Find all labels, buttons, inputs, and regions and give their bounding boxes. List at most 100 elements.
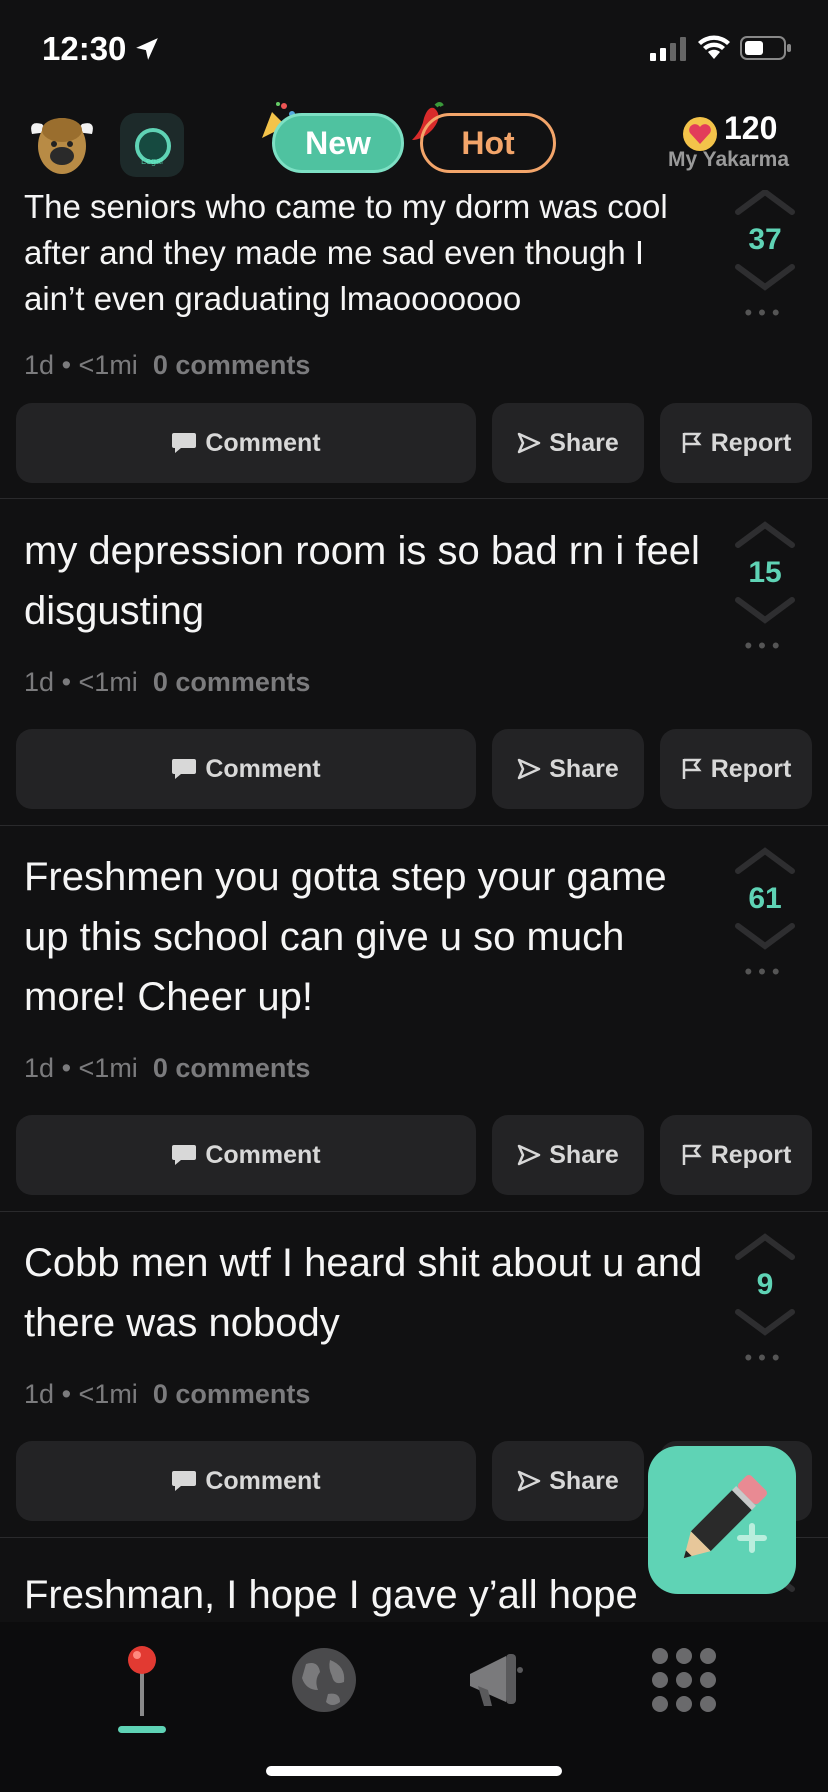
- comment-label: Comment: [205, 428, 321, 457]
- post-text: Cobb men wtf I heard shit about u and th…: [24, 1241, 703, 1345]
- report-label: Report: [710, 1140, 792, 1169]
- herd-icon[interactable]: Legal: [120, 113, 184, 177]
- feed-post[interactable]: my depression room is so bad rn i feel d…: [0, 499, 828, 826]
- vote-control: 61 •••: [730, 843, 800, 985]
- comment-button[interactable]: Comment: [16, 403, 476, 483]
- post-text: Freshmen you gotta step your game up thi…: [24, 855, 667, 1019]
- meta-separator: •: [61, 350, 72, 380]
- megaphone-icon[interactable]: [460, 1640, 540, 1720]
- downvote-icon[interactable]: [732, 257, 798, 295]
- comment-button[interactable]: Comment: [16, 729, 476, 809]
- share-icon: [518, 1470, 541, 1492]
- post-meta: 1d • <1mi 0 comments: [24, 1379, 310, 1410]
- wifi-icon: [698, 35, 730, 59]
- pin-icon[interactable]: [102, 1640, 182, 1720]
- post-age: 1d: [24, 350, 55, 380]
- vote-count: 9: [756, 1268, 774, 1301]
- downvote-icon[interactable]: [732, 1302, 798, 1340]
- post-actions: Comment Share Report: [16, 403, 812, 483]
- comment-button[interactable]: Comment: [16, 1441, 476, 1521]
- post-comments-count[interactable]: 0 comments: [153, 667, 311, 697]
- post-text: The seniors who came to my dorm was cool…: [24, 190, 668, 317]
- report-button[interactable]: Report: [660, 1115, 812, 1195]
- more-options-icon[interactable]: •••: [730, 1345, 800, 1371]
- upvote-icon[interactable]: [732, 517, 798, 551]
- upvote-icon[interactable]: [732, 190, 798, 218]
- comment-button[interactable]: Comment: [16, 1115, 476, 1195]
- share-label: Share: [549, 428, 619, 457]
- vote-count: 37: [748, 223, 782, 256]
- upvote-icon[interactable]: [732, 1229, 798, 1263]
- more-options-icon[interactable]: •••: [730, 633, 800, 659]
- meta-separator: •: [61, 667, 72, 697]
- active-tab-indicator: [118, 1726, 166, 1733]
- vote-control: 15 •••: [730, 517, 800, 659]
- post-distance: <1mi: [78, 350, 138, 380]
- comment-icon: [172, 1145, 197, 1165]
- post-comments-count[interactable]: 0 comments: [153, 1053, 311, 1083]
- tab-hot[interactable]: Hot: [420, 113, 556, 173]
- flag-icon: [682, 758, 702, 779]
- feed-list: The seniors who came to my dorm was cool…: [0, 190, 828, 1622]
- post-meta: 1d • <1mi 0 comments: [24, 667, 310, 698]
- status-bar: 12:30: [0, 0, 828, 100]
- downvote-icon[interactable]: [732, 916, 798, 954]
- post-actions: Comment Share Report: [16, 1115, 812, 1195]
- compose-post-button[interactable]: [648, 1446, 796, 1594]
- feed-header: Legal New Hot 120 My Yakarma: [0, 100, 828, 190]
- share-button[interactable]: Share: [492, 1441, 644, 1521]
- downvote-icon[interactable]: [732, 590, 798, 628]
- post-text: my depression room is so bad rn i feel d…: [24, 529, 700, 633]
- share-button[interactable]: Share: [492, 729, 644, 809]
- post-actions: Comment Share Report: [16, 729, 812, 809]
- more-options-icon[interactable]: •••: [730, 300, 800, 326]
- battery-icon: [740, 36, 791, 60]
- comment-icon: [172, 759, 197, 779]
- vote-count: 61: [748, 882, 782, 915]
- grid-icon[interactable]: [644, 1640, 724, 1720]
- share-icon: [518, 758, 541, 780]
- post-text: Freshman, I hope I gave y’all hope: [24, 1573, 638, 1617]
- post-meta: 1d • <1mi 0 comments: [24, 350, 310, 381]
- status-time: 12:30: [42, 30, 127, 67]
- report-label: Report: [710, 428, 792, 457]
- comment-label: Comment: [205, 754, 321, 783]
- share-button[interactable]: Share: [492, 1115, 644, 1195]
- post-age: 1d: [24, 1379, 55, 1409]
- post-meta: 1d • <1mi 0 comments: [24, 1053, 310, 1084]
- vote-control: 9 •••: [730, 1229, 800, 1371]
- cellular-signal-icon: [650, 37, 686, 61]
- share-button[interactable]: Share: [492, 403, 644, 483]
- comment-icon: [172, 1471, 197, 1491]
- meta-separator: •: [61, 1379, 72, 1409]
- post-comments-count[interactable]: 0 comments: [153, 1379, 311, 1409]
- upvote-icon[interactable]: [732, 843, 798, 877]
- vote-count: 15: [748, 556, 782, 589]
- yak-avatar-icon[interactable]: [28, 110, 96, 180]
- share-icon: [518, 432, 541, 454]
- yakarma-value: 120: [724, 110, 778, 146]
- post-comments-count[interactable]: 0 comments: [153, 350, 311, 380]
- globe-icon[interactable]: [284, 1640, 364, 1720]
- comment-label: Comment: [205, 1140, 321, 1169]
- herd-icon-text: Legal: [140, 156, 164, 166]
- location-arrow-icon: [136, 38, 158, 60]
- report-button[interactable]: Report: [660, 729, 812, 809]
- tab-new[interactable]: New: [272, 113, 404, 173]
- pencil-plus-icon: [683, 1474, 768, 1559]
- post-age: 1d: [24, 667, 55, 697]
- more-options-icon[interactable]: •••: [730, 959, 800, 985]
- post-age: 1d: [24, 1053, 55, 1083]
- share-label: Share: [549, 1466, 619, 1495]
- feed-post[interactable]: Freshmen you gotta step your game up thi…: [0, 825, 828, 1212]
- yakarma-heart-icon: [683, 117, 717, 151]
- share-icon: [518, 1144, 541, 1166]
- meta-separator: •: [61, 1053, 72, 1083]
- comment-icon: [172, 433, 197, 453]
- report-button[interactable]: Report: [660, 403, 812, 483]
- flag-icon: [682, 432, 702, 453]
- feed-post[interactable]: The seniors who came to my dorm was cool…: [0, 190, 828, 499]
- flag-icon: [682, 1144, 702, 1165]
- post-distance: <1mi: [78, 1053, 138, 1083]
- post-distance: <1mi: [78, 1379, 138, 1409]
